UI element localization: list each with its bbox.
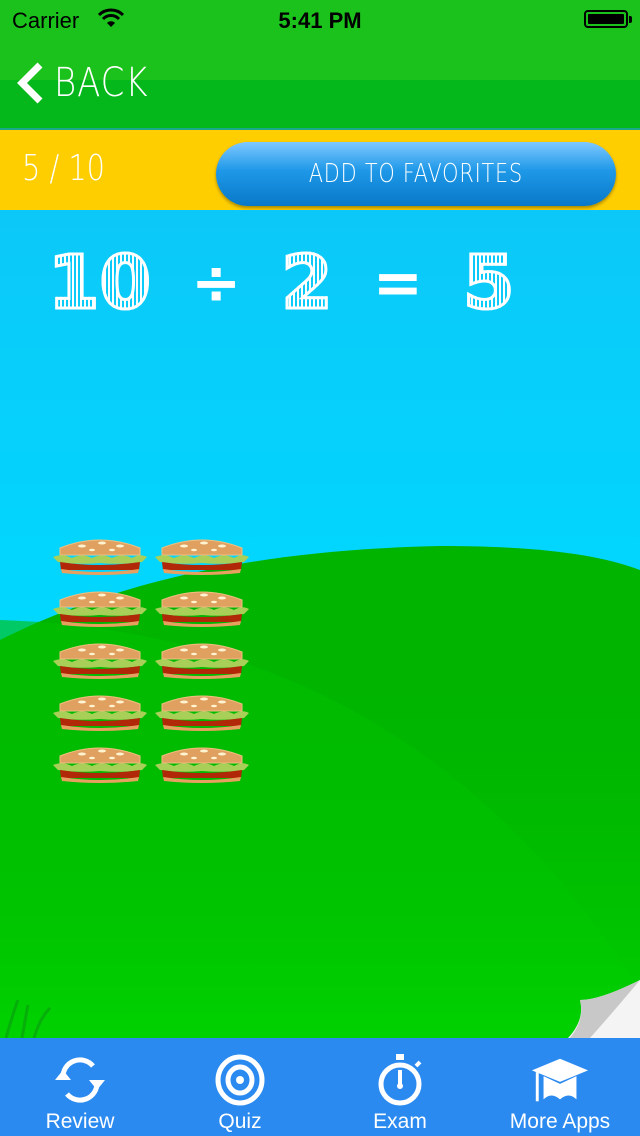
equation-dividend: 10 bbox=[47, 239, 153, 328]
hamburger-icon bbox=[154, 694, 250, 732]
equation-divisor: 2 bbox=[280, 239, 334, 328]
clock: 5:41 PM bbox=[278, 8, 362, 33]
hamburger-icon bbox=[154, 746, 250, 784]
hamburger-icon bbox=[52, 746, 148, 784]
equation-quotient: 5 bbox=[462, 239, 516, 328]
hamburger-icon bbox=[52, 590, 148, 628]
target-icon bbox=[210, 1052, 270, 1108]
equation: 10 ÷ 2 = 5 bbox=[47, 239, 517, 328]
game-scene: 10 ÷ 2 = 5 bbox=[0, 210, 640, 1038]
tab-review[interactable]: Review bbox=[0, 1038, 160, 1136]
status-bar: Carrier 5:41 PM bbox=[0, 0, 640, 40]
hamburger-icon bbox=[154, 642, 250, 680]
tab-more-apps[interactable]: More Apps bbox=[480, 1038, 640, 1136]
stopwatch-icon bbox=[370, 1052, 430, 1108]
tab-quiz[interactable]: Quiz bbox=[160, 1038, 320, 1136]
tab-label: More Apps bbox=[509, 1110, 611, 1133]
tab-label: Exam bbox=[373, 1110, 427, 1133]
equation-equals: = bbox=[372, 248, 424, 318]
chevron-left-icon bbox=[17, 62, 43, 104]
hamburger-icon bbox=[154, 590, 250, 628]
back-button[interactable]: BACK bbox=[14, 60, 165, 106]
hamburger-icon bbox=[52, 642, 148, 680]
favorites-label: ADD TO FAVORITES bbox=[308, 159, 524, 189]
hamburger-icon bbox=[52, 694, 148, 732]
equation-operator: ÷ bbox=[190, 248, 242, 318]
tab-label: Review bbox=[45, 1110, 115, 1133]
tab-bar: Review Quiz Exam More Apps bbox=[0, 1038, 640, 1136]
tab-exam[interactable]: Exam bbox=[320, 1038, 480, 1136]
progress-counter: 5 / 10 bbox=[22, 148, 105, 189]
burger-grid bbox=[52, 538, 250, 784]
battery-icon bbox=[584, 10, 632, 28]
add-to-favorites-button[interactable]: ADD TO FAVORITES bbox=[216, 142, 616, 206]
tab-label: Quiz bbox=[218, 1110, 262, 1133]
hamburger-icon bbox=[154, 538, 250, 576]
back-label: BACK bbox=[54, 60, 149, 106]
hamburger-icon bbox=[52, 538, 148, 576]
refresh-icon bbox=[50, 1052, 110, 1108]
graduation-cap-icon bbox=[530, 1052, 590, 1108]
nav-bar: BACK bbox=[0, 40, 640, 130]
question-bar: 5 / 10 ADD TO FAVORITES bbox=[0, 130, 640, 210]
